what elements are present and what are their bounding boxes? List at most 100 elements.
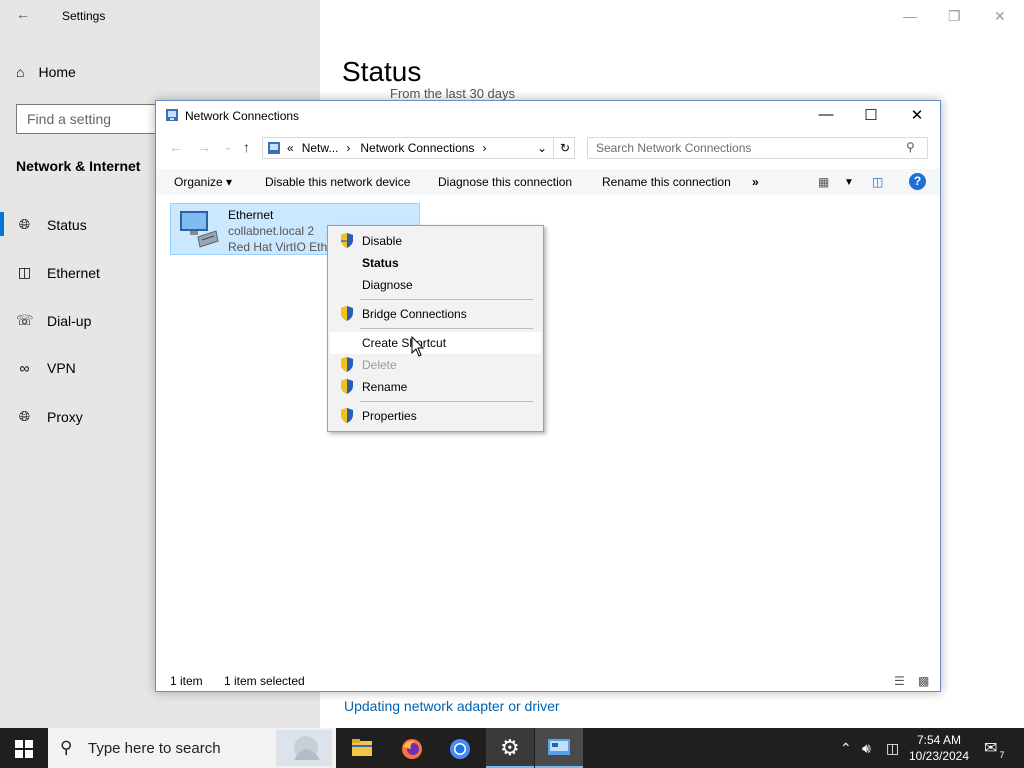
home-label: Home: [38, 64, 76, 80]
minimize-icon[interactable]: —: [903, 8, 917, 24]
refresh-icon[interactable]: ↻: [553, 138, 576, 158]
notification-count-badge: 7: [996, 749, 1008, 761]
restore-icon[interactable]: ❐: [948, 8, 961, 25]
taskbar: ⚲ Type here to search ⚙ ⌃ 🔊︎ ◫ 7:54 AM 1…: [0, 728, 1024, 768]
menu-separator: [360, 299, 533, 300]
nav-item-proxy[interactable]: 🌐︎ Proxy: [16, 408, 83, 425]
item-count: 1 item: [170, 674, 203, 688]
change-view-icon[interactable]: ▦: [818, 175, 829, 189]
menu-item-status[interactable]: Status: [330, 252, 541, 274]
menu-item-rename[interactable]: Rename: [330, 376, 541, 398]
details-view-icon[interactable]: ☰: [894, 674, 905, 688]
view-dropdown-icon[interactable]: ▼: [844, 177, 854, 188]
globe-icon: 🌐︎: [18, 216, 31, 232]
maximize-icon[interactable]: ☐: [861, 106, 881, 124]
organize-menu[interactable]: Organize ▾: [174, 175, 232, 189]
preview-pane-icon[interactable]: ◫: [872, 175, 883, 189]
clock[interactable]: 7:54 AM 10/23/2024: [906, 732, 972, 764]
menu-item-create-shortcut[interactable]: Create Shortcut: [330, 332, 541, 354]
selected-indicator: [0, 212, 4, 236]
item-domain: collabnet.local 2: [228, 224, 315, 238]
window-title: Network Connections: [185, 109, 300, 123]
minimize-icon[interactable]: —: [816, 106, 836, 123]
close-icon[interactable]: ✕: [994, 8, 1006, 25]
windows-start-icon[interactable]: [15, 740, 33, 758]
back-arrow-icon[interactable]: ←: [16, 6, 30, 22]
nav-label: VPN: [47, 360, 76, 376]
search-icon: ⚲: [60, 738, 73, 757]
uac-shield-icon: [341, 379, 353, 394]
firefox-icon: [402, 739, 422, 759]
globe-icon: 🌐︎: [18, 408, 31, 424]
ethernet-icon: ◫: [17, 264, 32, 280]
search-icon: ⚲: [906, 140, 915, 154]
large-icons-view-icon[interactable]: ▩: [918, 674, 929, 688]
nav-item-status[interactable]: 🌐︎ Status: [16, 216, 87, 233]
menu-item-bridge-connections[interactable]: Bridge Connections: [330, 303, 541, 325]
nav-item-dialup[interactable]: ☏ Dial-up: [16, 312, 91, 329]
home-link[interactable]: ⌂ Home: [16, 64, 76, 80]
network-folder-icon: [166, 109, 178, 121]
nav-item-ethernet[interactable]: ◫ Ethernet: [16, 264, 100, 281]
uac-shield-icon: [341, 408, 353, 423]
network-adapter-icon: [180, 211, 219, 248]
settings-app[interactable]: ⚙: [486, 728, 534, 768]
search-highlight-image: [276, 730, 332, 766]
recent-chevron-icon[interactable]: ⌄: [224, 142, 232, 153]
rename-button[interactable]: Rename this connection: [602, 175, 731, 189]
show-hidden-icons-icon[interactable]: ⌃: [840, 740, 852, 757]
close-icon[interactable]: ✕: [907, 106, 927, 124]
network-connections-window: Network Connections — ☐ ✕ ← → ⌄ ↑ « Netw…: [155, 100, 941, 692]
network-folder-icon: [268, 142, 280, 154]
dialup-icon: ☏: [16, 312, 34, 328]
taskbar-search-box[interactable]: ⚲ Type here to search: [48, 728, 336, 768]
find-setting-input[interactable]: Find a setting: [16, 104, 166, 134]
mouse-cursor-icon: [411, 336, 425, 357]
disable-device-button[interactable]: Disable this network device: [265, 175, 410, 189]
menu-item-delete[interactable]: Delete: [330, 354, 541, 376]
page-title: Status: [342, 56, 422, 87]
uac-shield-icon: [341, 306, 353, 321]
menu-item-diagnose[interactable]: Diagnose: [330, 274, 541, 296]
back-icon[interactable]: ←: [169, 139, 183, 155]
folder-icon: [352, 739, 372, 756]
volume-icon[interactable]: 🔊︎: [862, 740, 871, 757]
address-dropdown-icon[interactable]: ⌄: [537, 141, 547, 155]
menu-separator: [360, 328, 533, 329]
chrome-icon: [450, 739, 470, 759]
breadcrumb-chevron-icon: ›: [346, 141, 351, 155]
breadcrumb-network-connections[interactable]: Network Connections: [360, 141, 474, 155]
address-prefix: «: [287, 141, 294, 155]
selection-count: 1 item selected: [224, 674, 305, 688]
nav-label: Proxy: [47, 408, 83, 425]
help-icon[interactable]: ?: [909, 173, 926, 190]
menu-separator: [360, 401, 533, 402]
context-menu: Disable Status Diagnose Bridge Connectio…: [327, 225, 544, 432]
category-heading: Network & Internet: [16, 158, 141, 174]
up-arrow-icon[interactable]: ↑: [243, 139, 250, 155]
breadcrumb-netw[interactable]: Netw...: [302, 141, 339, 155]
nav-item-vpn[interactable]: ∞ VPN: [16, 360, 76, 376]
item-text: Ethernet collabnet.local 2 Red Hat VirtI…: [228, 207, 328, 255]
firefox-app[interactable]: [388, 728, 436, 768]
more-commands-button[interactable]: »: [752, 175, 759, 189]
nav-label: Dial-up: [47, 312, 92, 329]
menu-item-disable[interactable]: Disable: [330, 230, 541, 252]
forward-icon[interactable]: →: [197, 139, 211, 155]
gear-icon: ⚙: [500, 735, 520, 760]
diagnose-button[interactable]: Diagnose this connection: [438, 175, 572, 189]
nav-label: Status: [47, 216, 87, 233]
network-status-icon[interactable]: ◫: [886, 740, 899, 757]
update-driver-link[interactable]: Updating network adapter or driver: [344, 698, 560, 714]
search-input[interactable]: Search Network Connections: [587, 137, 928, 159]
network-connections-app[interactable]: [535, 728, 583, 768]
file-explorer-app[interactable]: [338, 728, 386, 768]
chrome-app[interactable]: [436, 728, 484, 768]
vpn-icon: ∞: [19, 360, 30, 376]
clock-date: 10/23/2024: [908, 749, 970, 763]
uac-shield-icon: [341, 233, 353, 248]
uac-shield-icon: [341, 357, 353, 372]
menu-item-properties[interactable]: Properties: [330, 405, 541, 427]
breadcrumb-chevron-icon[interactable]: ›: [482, 141, 486, 155]
address-bar[interactable]: « Netw... › Network Connections › ⌄ ↻: [262, 137, 575, 159]
